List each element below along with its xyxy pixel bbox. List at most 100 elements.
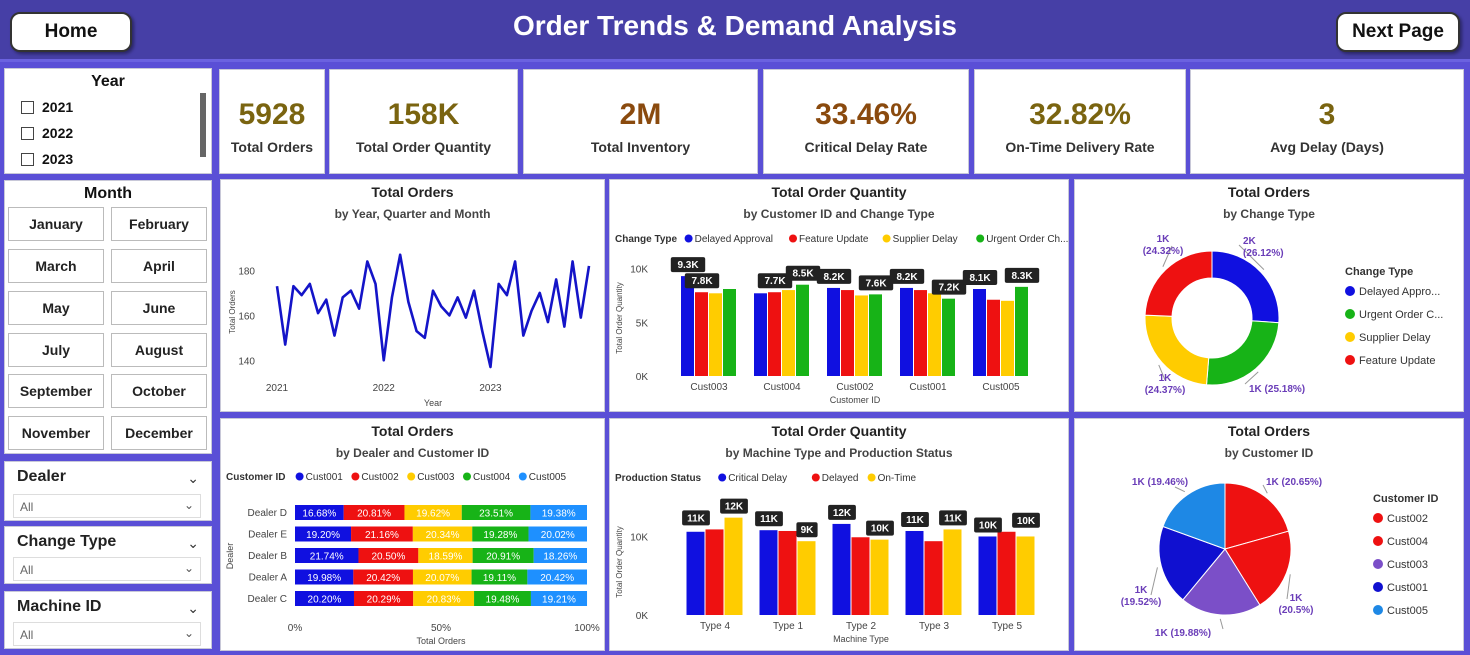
change-type-select[interactable]: All ⌄ — [13, 557, 201, 581]
leader-line — [1219, 618, 1224, 630]
bar — [997, 531, 1016, 615]
chevron-down-icon[interactable]: ⌄ — [184, 498, 194, 512]
dealer-select[interactable]: All ⌄ — [13, 494, 201, 518]
x-tick-label: 2023 — [479, 383, 502, 394]
machine-id-dropdown-title: Machine ID — [17, 598, 102, 615]
checkbox[interactable] — [21, 126, 34, 140]
chevron-down-icon[interactable]: ⌄ — [187, 470, 199, 487]
month-button-april[interactable]: April — [111, 249, 207, 283]
y-tick-label: 160 — [238, 311, 255, 322]
kpi-card-avg-delay: 3 Avg Delay (Days) — [1190, 69, 1464, 174]
data-label: 20.83% — [427, 595, 461, 606]
legend-item: Cust004 — [1387, 536, 1428, 548]
month-button-february[interactable]: February — [111, 207, 207, 241]
year-option-2023[interactable]: 2023 — [21, 151, 73, 167]
chevron-down-icon[interactable]: ⌄ — [184, 561, 194, 575]
y-axis-label: Total Order Quantity — [615, 282, 624, 354]
kpi-value: 5928 — [238, 98, 306, 131]
legend-marker — [1345, 355, 1355, 365]
data-label: 8.5K — [792, 269, 814, 280]
year-option-2022[interactable]: 2022 — [21, 125, 73, 141]
dealer-stack-svg: Dealer D 16.68% 20.81% 19.62% 23.51% 19.38% De… — [225, 472, 600, 646]
checkbox[interactable] — [21, 152, 34, 166]
month-button-september[interactable]: September — [8, 374, 104, 408]
x-tick-label: Cust003 — [690, 382, 728, 393]
legend-marker — [1345, 309, 1355, 319]
change-type-dropdown[interactable]: Change Type ⌄ All ⌄ — [4, 526, 212, 584]
home-button[interactable]: Home — [10, 12, 132, 52]
y-tick-label: 10K — [630, 532, 648, 543]
month-button-november[interactable]: November — [8, 416, 104, 450]
pie-slice — [1205, 320, 1280, 386]
data-label: 20.20% — [308, 595, 342, 606]
data-label: 8.3K — [1011, 271, 1033, 282]
month-button-may[interactable]: May — [8, 291, 104, 325]
legend-marker — [718, 473, 727, 482]
bar — [782, 290, 795, 376]
month-button-july[interactable]: July — [8, 333, 104, 367]
chevron-down-icon[interactable]: ⌄ — [187, 535, 199, 552]
y-tick-label: Dealer D — [248, 508, 287, 519]
kpi-label: Critical Delay Rate — [804, 139, 928, 155]
kpi-card-total-orders: 5928 Total Orders — [219, 69, 325, 174]
chevron-down-icon[interactable]: ⌄ — [187, 600, 199, 617]
data-label: 7.2K — [938, 283, 960, 294]
year-option-2021[interactable]: 2021 — [21, 99, 73, 115]
kpi-label: Total Order Quantity — [355, 139, 492, 155]
line-chart-panel: Total Orders by Year, Quarter and Month … — [220, 179, 605, 412]
legend-title: Customer ID — [226, 472, 285, 483]
month-button-december[interactable]: December — [111, 416, 207, 450]
data-label: 8.2K — [823, 272, 845, 283]
slice-label: 1K (19.46%) — [1132, 477, 1188, 488]
machine-id-select-value: All — [20, 628, 34, 642]
machine-id-select[interactable]: All ⌄ — [13, 622, 201, 646]
checkbox[interactable] — [21, 100, 34, 114]
x-tick-label: 100% — [574, 623, 600, 634]
pie-chart-panel: Total Orders by Customer ID 1K (20.65%) 1… — [1074, 418, 1464, 651]
y-tick-label: 180 — [238, 266, 255, 277]
bar — [978, 536, 997, 615]
legend-marker — [1373, 605, 1383, 615]
data-label: 7.8K — [691, 276, 713, 287]
machine-id-dropdown[interactable]: Machine ID ⌄ All ⌄ — [4, 591, 212, 649]
bar — [900, 287, 913, 376]
month-button-june[interactable]: June — [111, 291, 207, 325]
data-label: 19.98% — [307, 573, 341, 584]
bar — [705, 529, 724, 615]
legend-title: Change Type — [1345, 266, 1413, 278]
legend-item: Feature Update — [799, 234, 869, 245]
legend-title: Change Type — [615, 234, 677, 245]
year-option-label: 2023 — [42, 151, 74, 167]
kpi-card-on-time-delivery-rate: 32.82% On-Time Delivery Rate — [974, 69, 1186, 174]
legend-item: Cust001 — [306, 472, 344, 483]
year-option-label: 2022 — [42, 125, 74, 141]
month-slicer: Month January February March April May J… — [4, 180, 212, 454]
bar — [973, 289, 986, 376]
data-label: 11K — [687, 513, 706, 524]
data-label: 9.3K — [677, 260, 699, 271]
bar — [855, 295, 868, 376]
slice-label: 1K (25.18%) — [1249, 384, 1305, 395]
kpi-card-total-inventory: 2M Total Inventory — [523, 69, 758, 174]
data-label: 18.26% — [543, 552, 577, 563]
next-page-button[interactable]: Next Page — [1336, 12, 1460, 52]
month-button-march[interactable]: March — [8, 249, 104, 283]
dealer-dropdown[interactable]: Dealer ⌄ All ⌄ — [4, 461, 212, 521]
y-tick-label: 0K — [636, 611, 649, 622]
legend-item: On-Time — [878, 473, 917, 484]
bar — [709, 293, 722, 376]
data-label: 10K — [871, 524, 890, 535]
month-button-january[interactable]: January — [8, 207, 104, 241]
slicer-scrollbar[interactable] — [200, 93, 206, 157]
legend-marker — [789, 234, 797, 243]
legend-item: Delayed — [822, 473, 859, 484]
month-button-august[interactable]: August — [111, 333, 207, 367]
bar — [754, 293, 767, 376]
slice-label: (20.5%) — [1278, 605, 1313, 616]
y-tick-label: Dealer C — [248, 594, 287, 605]
y-axis-label: Dealer — [225, 543, 235, 570]
data-label: 16.68% — [302, 509, 336, 520]
data-label: 21.16% — [365, 530, 399, 541]
chevron-down-icon[interactable]: ⌄ — [184, 626, 194, 640]
month-button-october[interactable]: October — [111, 374, 207, 408]
